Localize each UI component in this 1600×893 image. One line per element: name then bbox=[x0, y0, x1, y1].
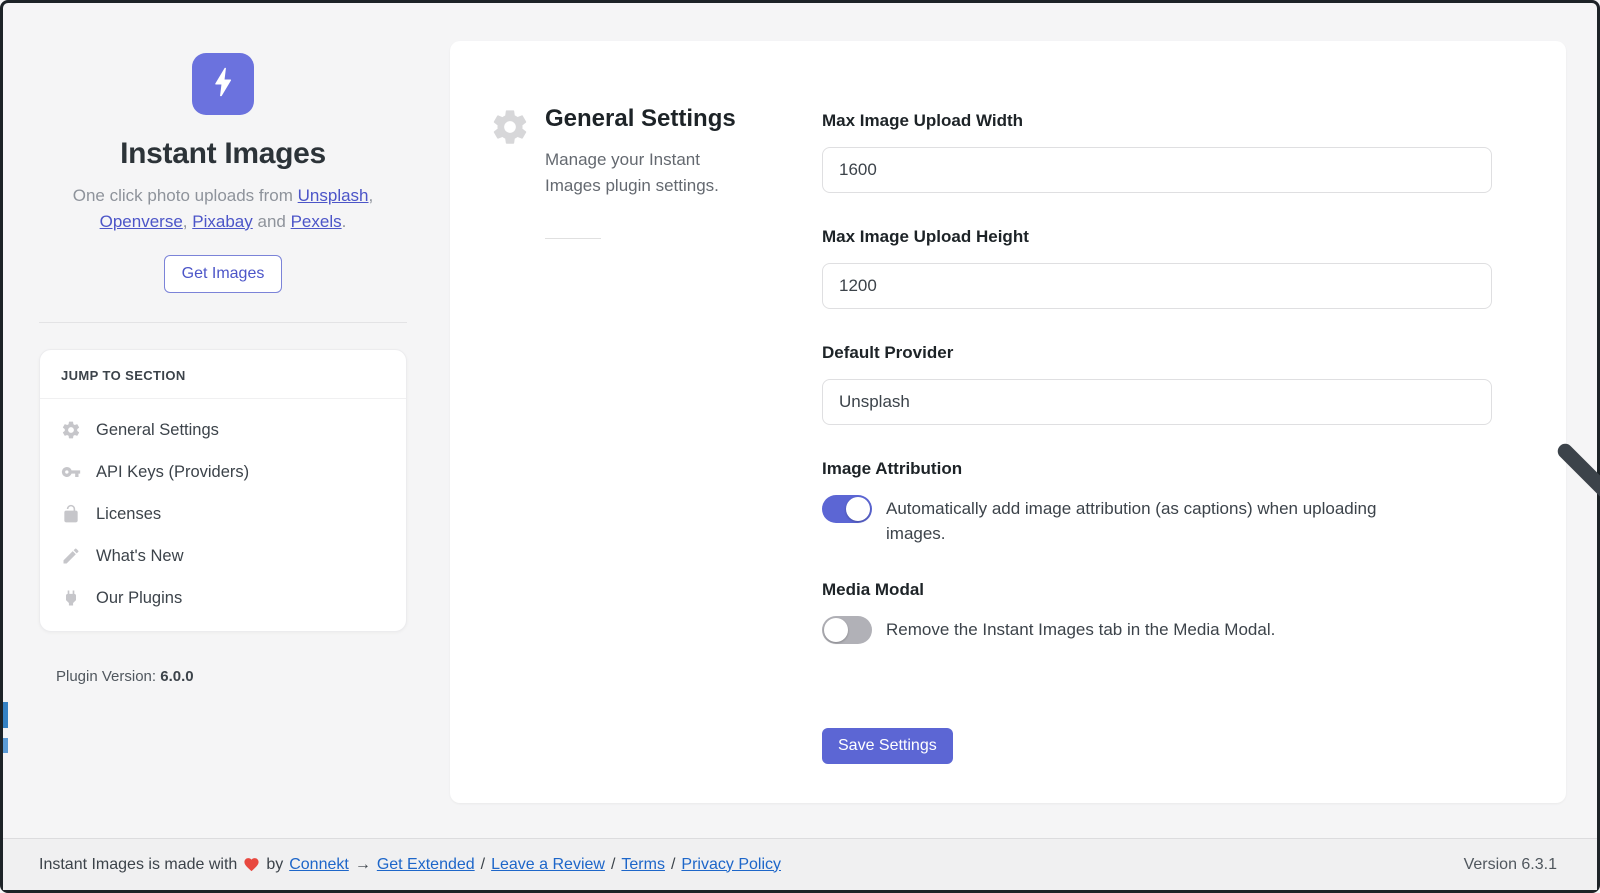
plugin-version: Plugin Version: 6.0.0 bbox=[39, 668, 407, 685]
jump-to-section-card: JUMP TO SECTION General Settings API Key… bbox=[39, 349, 407, 632]
toggle-knob bbox=[824, 618, 848, 642]
leave-a-review-link[interactable]: Leave a Review bbox=[491, 856, 605, 874]
pixabay-link[interactable]: Pixabay bbox=[192, 212, 252, 231]
section-rule bbox=[545, 238, 601, 239]
toggle-knob bbox=[846, 497, 870, 521]
terms-link[interactable]: Terms bbox=[621, 856, 665, 874]
footer-credits: Instant Images is made with by Connekt →… bbox=[39, 856, 781, 874]
sidebar-item-label: General Settings bbox=[96, 421, 219, 440]
sidebar-item-general-settings[interactable]: General Settings bbox=[40, 409, 406, 451]
section-title: General Settings bbox=[545, 105, 736, 133]
sidebar-item-whats-new[interactable]: What's New bbox=[40, 535, 406, 577]
footer-version: Version 6.3.1 bbox=[1464, 856, 1557, 874]
sidebar-item-label: What's New bbox=[96, 547, 184, 566]
pencil-icon bbox=[61, 546, 81, 566]
lock-icon bbox=[61, 504, 81, 524]
unsplash-link[interactable]: Unsplash bbox=[298, 186, 369, 205]
chevron-down-icon bbox=[1459, 395, 1476, 412]
sidebar: Instant Images One click photo uploads f… bbox=[39, 39, 407, 685]
image-attribution-label: Image Attribution bbox=[822, 459, 1492, 479]
media-modal-description: Remove the Instant Images tab in the Med… bbox=[886, 616, 1275, 643]
gear-icon bbox=[490, 107, 530, 147]
plugin-version-value: 6.0.0 bbox=[160, 668, 193, 685]
instant-images-logo bbox=[192, 53, 254, 115]
max-width-label: Max Image Upload Width bbox=[822, 111, 1492, 131]
gear-icon bbox=[61, 420, 81, 440]
section-description: Manage your Instant Images plugin settin… bbox=[545, 147, 730, 200]
tagline-separator: , bbox=[183, 212, 188, 231]
media-modal-label: Media Modal bbox=[822, 580, 1492, 600]
openverse-link[interactable]: Openverse bbox=[100, 212, 183, 231]
media-modal-group: Media Modal Remove the Instant Images ta… bbox=[822, 580, 1492, 644]
max-height-label: Max Image Upload Height bbox=[822, 227, 1492, 247]
sidebar-item-api-keys[interactable]: API Keys (Providers) bbox=[40, 451, 406, 493]
image-attribution-toggle[interactable] bbox=[822, 495, 872, 523]
left-edge-artifact bbox=[3, 702, 8, 728]
key-icon bbox=[61, 462, 81, 482]
default-provider-label: Default Provider bbox=[822, 343, 1492, 363]
default-provider-select[interactable]: Unsplash bbox=[822, 379, 1492, 425]
sidebar-item-licenses[interactable]: Licenses bbox=[40, 493, 406, 535]
tagline-period: . bbox=[342, 212, 347, 231]
connekt-link[interactable]: Connekt bbox=[289, 856, 349, 874]
default-provider-group: Default Provider Unsplash bbox=[822, 343, 1492, 425]
pexels-link[interactable]: Pexels bbox=[291, 212, 342, 231]
footer-by-text: by bbox=[266, 856, 283, 874]
max-width-group: Max Image Upload Width bbox=[822, 111, 1492, 193]
left-edge-artifact bbox=[3, 738, 8, 753]
footer-separator: / bbox=[671, 856, 675, 874]
default-provider-value: Unsplash bbox=[839, 392, 910, 412]
image-attribution-group: Image Attribution Automatically add imag… bbox=[822, 459, 1492, 546]
get-images-button[interactable]: Get Images bbox=[164, 255, 283, 293]
settings-form: Max Image Upload Width Max Image Upload … bbox=[822, 111, 1492, 764]
save-settings-button[interactable]: Save Settings bbox=[822, 728, 953, 764]
max-height-input[interactable] bbox=[822, 263, 1492, 309]
media-modal-toggle[interactable] bbox=[822, 616, 872, 644]
privacy-policy-link[interactable]: Privacy Policy bbox=[681, 856, 781, 874]
heart-icon bbox=[243, 856, 260, 873]
section-info: General Settings Manage your Instant Ima… bbox=[490, 105, 770, 239]
max-width-input[interactable] bbox=[822, 147, 1492, 193]
jump-to-section-header: JUMP TO SECTION bbox=[40, 350, 406, 399]
max-height-group: Max Image Upload Height bbox=[822, 227, 1492, 309]
tagline-text: One click photo uploads from bbox=[73, 186, 293, 205]
sidebar-item-label: API Keys (Providers) bbox=[96, 463, 249, 482]
footer: Instant Images is made with by Connekt →… bbox=[3, 838, 1597, 890]
lightning-bolt-icon bbox=[206, 65, 240, 104]
footer-separator: / bbox=[611, 856, 615, 874]
footer-separator: / bbox=[481, 856, 485, 874]
tagline: One click photo uploads from Unsplash, O… bbox=[39, 183, 407, 234]
get-extended-link[interactable]: Get Extended bbox=[377, 856, 475, 874]
jump-list: General Settings API Keys (Providers) Li… bbox=[40, 399, 406, 631]
settings-panel: General Settings Manage your Instant Ima… bbox=[450, 41, 1566, 803]
sidebar-item-label: Our Plugins bbox=[96, 589, 182, 608]
sidebar-item-our-plugins[interactable]: Our Plugins bbox=[40, 577, 406, 619]
tagline-separator: , bbox=[369, 186, 374, 205]
sidebar-item-label: Licenses bbox=[96, 505, 161, 524]
plugin-version-label: Plugin Version: bbox=[56, 668, 156, 685]
image-attribution-description: Automatically add image attribution (as … bbox=[886, 495, 1431, 546]
sidebar-divider bbox=[39, 322, 407, 323]
plug-icon bbox=[61, 588, 81, 608]
tagline-and: and bbox=[257, 212, 285, 231]
app-title: Instant Images bbox=[39, 137, 407, 171]
arrow-right-icon: → bbox=[355, 856, 371, 874]
footer-made-with-text: Instant Images is made with bbox=[39, 856, 237, 874]
